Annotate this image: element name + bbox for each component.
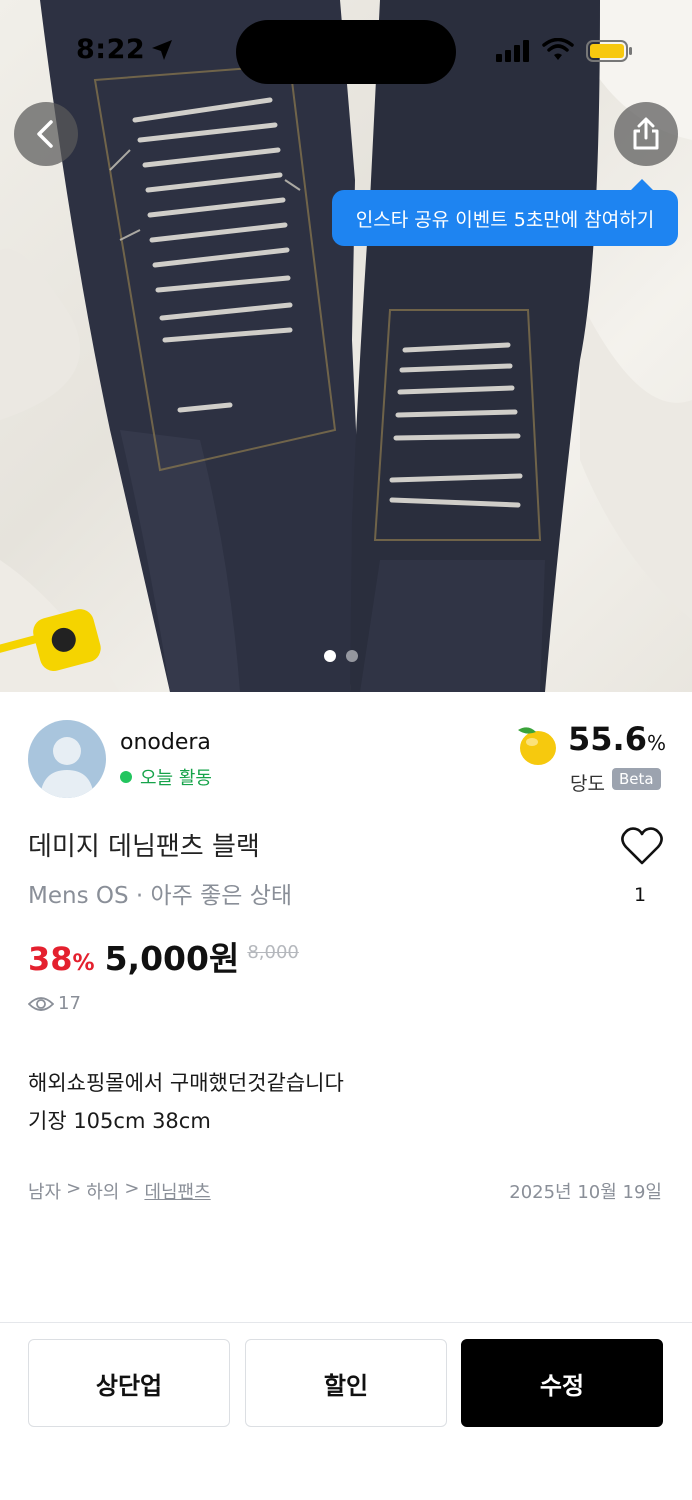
discount-button[interactable]: 할인 (245, 1339, 447, 1427)
description-line: 해외쇼핑몰에서 구매했던것같습니다 (28, 1071, 344, 1095)
share-icon (633, 117, 659, 150)
product-subtitle: Mens OS · 아주 좋은 상태 (28, 883, 293, 909)
breadcrumb-separator: > (66, 1178, 82, 1199)
product-description: 해외쇼핑몰에서 구매했던것같습니다 기장 105cm 38cm (28, 1064, 344, 1140)
sweetness-value: 55.6 (568, 720, 647, 758)
bottom-action-bar: 상단업 할인 수정 (0, 1322, 692, 1500)
activity-status-dot (120, 771, 132, 783)
battery-icon (586, 40, 632, 62)
sweetness-score: 55.6% (568, 720, 666, 758)
status-time: 8:22 (76, 34, 146, 65)
discount-rate: 38% (28, 940, 95, 978)
like-count: 1 (634, 884, 647, 906)
product-image-carousel[interactable]: 8:22 인스타 공유 이벤트 5초만에 참여하기 (0, 0, 692, 692)
heart-icon (621, 827, 663, 865)
activity-text: 오늘 활동 (140, 768, 212, 789)
seller-activity: 오늘 활동 (120, 764, 212, 790)
wifi-icon (542, 38, 574, 60)
carousel-dot[interactable] (346, 650, 358, 662)
product-title: 데미지 데님팬츠 블랙 (28, 832, 260, 862)
views-count: 17 (58, 993, 81, 1014)
sweetness-unit: % (646, 731, 666, 755)
description-line: 기장 105cm 38cm (28, 1109, 211, 1133)
beta-badge: Beta (612, 768, 661, 790)
chevron-left-icon (37, 120, 53, 148)
location-arrow-icon (152, 40, 172, 60)
sweetness-label: 당도 (570, 773, 605, 795)
seller-name[interactable]: onodera (120, 730, 211, 755)
breadcrumb-item: 하의 (86, 1182, 120, 1203)
price-row: 38% 5,000원 8,000 (28, 932, 299, 980)
breadcrumb-separator: > (124, 1178, 140, 1199)
sale-price: 5,000원 (104, 939, 240, 978)
share-button[interactable] (614, 102, 678, 166)
view-count: 17 (28, 993, 81, 1014)
breadcrumb-item: 남자 (28, 1182, 62, 1203)
edit-button[interactable]: 수정 (461, 1339, 663, 1427)
breadcrumb-link[interactable]: 데님팬츠 (144, 1178, 210, 1204)
bump-up-button[interactable]: 상단업 (28, 1339, 230, 1427)
default-avatar-icon (40, 737, 94, 798)
discount-value: 38 (28, 940, 73, 978)
dynamic-island (236, 20, 456, 84)
cellular-signal-icon (496, 40, 529, 62)
like-button[interactable] (620, 826, 664, 870)
back-button[interactable] (14, 102, 78, 166)
posted-date: 2025년 10월 19일 (509, 1182, 662, 1203)
status-bar: 8:22 (0, 0, 692, 100)
product-photo (0, 0, 692, 692)
eye-icon (28, 996, 54, 1011)
seller-avatar[interactable] (28, 720, 106, 798)
original-price: 8,000 (247, 942, 299, 963)
carousel-indicator (324, 650, 358, 662)
share-event-tooltip[interactable]: 인스타 공유 이벤트 5초만에 참여하기 (332, 179, 678, 246)
discount-unit: % (72, 951, 95, 976)
lemon-icon (518, 727, 556, 765)
carousel-dot-active[interactable] (324, 650, 336, 662)
category-breadcrumb: 남자 > 하의 > 데님팬츠 (28, 1178, 211, 1204)
